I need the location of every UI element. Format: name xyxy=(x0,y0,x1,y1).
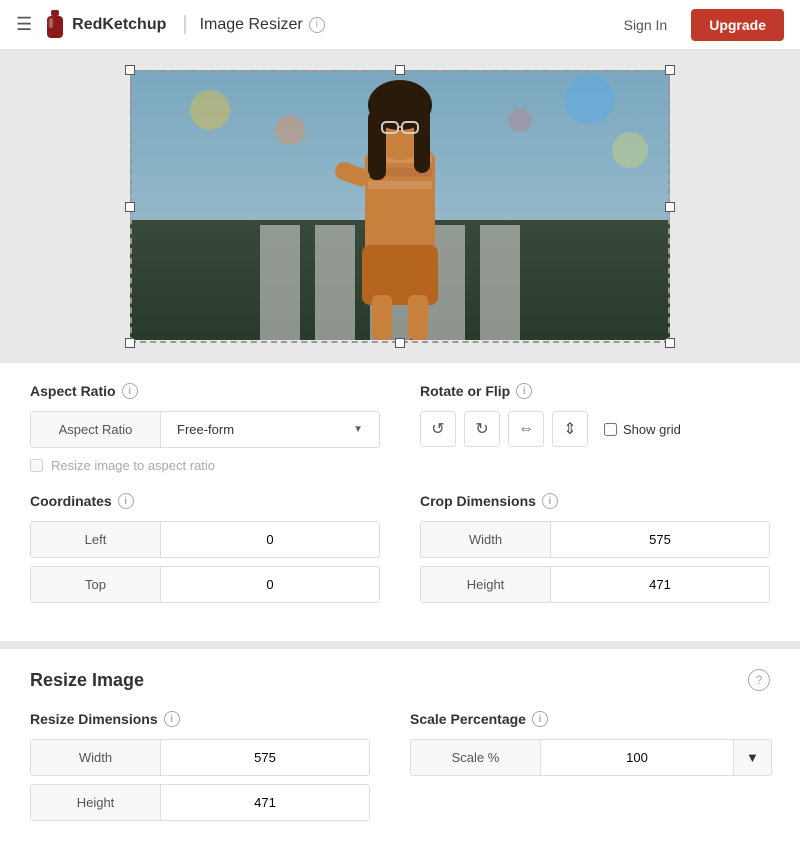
resize-section-header: Resize Image ? xyxy=(30,669,770,691)
rotate-right-button[interactable]: ↻ xyxy=(464,411,500,447)
logo: RedKetchup xyxy=(44,10,166,40)
controls-row-1: Aspect Ratio i Aspect Ratio Free-form ▼ … xyxy=(30,383,770,473)
resize-help-icon[interactable]: ? xyxy=(748,669,770,691)
left-field-row: Left xyxy=(30,521,380,558)
coordinates-group: Coordinates i Left Top xyxy=(30,493,380,611)
aspect-ratio-group: Aspect Ratio i Aspect Ratio Free-form ▼ … xyxy=(30,383,380,473)
crop-dimensions-title: Crop Dimensions i xyxy=(420,493,770,509)
rotate-flip-info-icon[interactable]: i xyxy=(516,383,532,399)
rotate-flip-title: Rotate or Flip i xyxy=(420,383,770,399)
photo-image xyxy=(130,70,670,340)
crop-height-input[interactable] xyxy=(551,567,769,602)
image-canvas-area xyxy=(0,50,800,363)
logo-text: RedKetchup xyxy=(72,16,166,34)
aspect-ratio-label: Aspect Ratio xyxy=(31,412,161,447)
resize-section-title: Resize Image xyxy=(30,670,144,691)
resize-dimensions-info-icon[interactable]: i xyxy=(164,711,180,727)
aspect-ratio-field: Aspect Ratio Free-form ▼ xyxy=(30,411,380,448)
scale-percentage-title: Scale Percentage i xyxy=(410,711,772,727)
flip-h-icon: ⇔ xyxy=(518,420,534,438)
left-input[interactable] xyxy=(161,522,379,557)
logo-bottle-icon xyxy=(44,10,66,40)
crop-dimensions-group: Crop Dimensions i Width Height xyxy=(420,493,770,611)
top-label: Top xyxy=(31,567,161,602)
app-title-info-icon[interactable]: i xyxy=(309,17,325,33)
crop-handle-bottom-middle[interactable] xyxy=(395,338,405,348)
resize-width-label: Width xyxy=(31,740,161,775)
resize-height-field-row: Height xyxy=(30,784,370,821)
crop-handle-top-right[interactable] xyxy=(665,65,675,75)
crop-container[interactable] xyxy=(130,70,670,343)
resize-controls-row: Resize Dimensions i Width Height Scale P… xyxy=(30,711,770,829)
scale-percentage-info-icon[interactable]: i xyxy=(532,711,548,727)
resize-height-label: Height xyxy=(31,785,161,820)
resize-height-input[interactable] xyxy=(161,785,369,820)
resize-to-aspect-row: Resize image to aspect ratio xyxy=(30,458,380,473)
show-grid-label: Show grid xyxy=(604,422,681,437)
aspect-ratio-dropdown-arrow: ▼ xyxy=(353,424,363,435)
scale-value-area: ▼ xyxy=(541,740,771,775)
crop-width-field-row: Width xyxy=(420,521,770,558)
crop-height-field-row: Height xyxy=(420,566,770,603)
resize-to-aspect-checkbox[interactable] xyxy=(30,459,43,472)
scale-dropdown-arrow: ▼ xyxy=(746,750,759,765)
scale-input[interactable] xyxy=(541,740,733,775)
rotate-flip-group: Rotate or Flip i ↺ ↻ ⇔ ⇕ Show grid xyxy=(420,383,770,473)
resize-image-section: Resize Image ? Resize Dimensions i Width… xyxy=(0,649,800,859)
signin-button[interactable]: Sign In xyxy=(612,11,680,39)
controls-section: Aspect Ratio i Aspect Ratio Free-form ▼ … xyxy=(0,363,800,641)
aspect-ratio-dropdown[interactable]: Free-form ▼ xyxy=(161,412,379,447)
rotate-controls: ↺ ↻ ⇔ ⇕ Show grid xyxy=(420,411,770,447)
resize-dimensions-title: Resize Dimensions i xyxy=(30,711,370,727)
header-divider: | xyxy=(182,13,187,36)
aspect-ratio-title: Aspect Ratio i xyxy=(30,383,380,399)
scale-field-row: Scale % ▼ xyxy=(410,739,772,776)
top-field-row: Top xyxy=(30,566,380,603)
menu-icon[interactable]: ☰ xyxy=(16,14,32,35)
crop-width-input[interactable] xyxy=(551,522,769,557)
resize-width-input[interactable] xyxy=(161,740,369,775)
crop-handle-middle-right[interactable] xyxy=(665,202,675,212)
coordinates-title: Coordinates i xyxy=(30,493,380,509)
show-grid-checkbox[interactable] xyxy=(604,423,617,436)
app-title: Image Resizer xyxy=(200,16,303,34)
upgrade-button[interactable]: Upgrade xyxy=(691,9,784,41)
controls-row-2: Coordinates i Left Top Crop Dimensions i… xyxy=(30,493,770,611)
resize-dimensions-group: Resize Dimensions i Width Height xyxy=(30,711,370,829)
scale-label: Scale % xyxy=(411,740,541,775)
flip-vertical-button[interactable]: ⇕ xyxy=(552,411,588,447)
aspect-ratio-info-icon[interactable]: i xyxy=(122,383,138,399)
scale-percentage-group: Scale Percentage i Scale % ▼ xyxy=(410,711,772,829)
resize-to-aspect-label: Resize image to aspect ratio xyxy=(51,458,215,473)
flip-v-icon: ⇕ xyxy=(563,419,576,439)
rotate-left-icon: ↺ xyxy=(431,419,444,439)
rotate-left-button[interactable]: ↺ xyxy=(420,411,456,447)
resize-width-field-row: Width xyxy=(30,739,370,776)
flip-horizontal-button[interactable]: ⇔ xyxy=(508,411,544,447)
crop-handle-middle-left[interactable] xyxy=(125,202,135,212)
left-label: Left xyxy=(31,522,161,557)
crop-handle-top-left[interactable] xyxy=(125,65,135,75)
crop-handle-bottom-right[interactable] xyxy=(665,338,675,348)
rotate-right-icon: ↻ xyxy=(475,419,488,439)
section-separator xyxy=(0,641,800,649)
coordinates-info-icon[interactable]: i xyxy=(118,493,134,509)
top-input[interactable] xyxy=(161,567,379,602)
crop-height-label: Height xyxy=(421,567,551,602)
crop-handle-bottom-left[interactable] xyxy=(125,338,135,348)
app-header: ☰ RedKetchup | Image Resizer i Sign In U… xyxy=(0,0,800,50)
crop-handle-top-middle[interactable] xyxy=(395,65,405,75)
crop-dimensions-info-icon[interactable]: i xyxy=(542,493,558,509)
app-title-area: Image Resizer i xyxy=(200,16,325,34)
scale-dropdown[interactable]: ▼ xyxy=(733,740,771,775)
crop-width-label: Width xyxy=(421,522,551,557)
